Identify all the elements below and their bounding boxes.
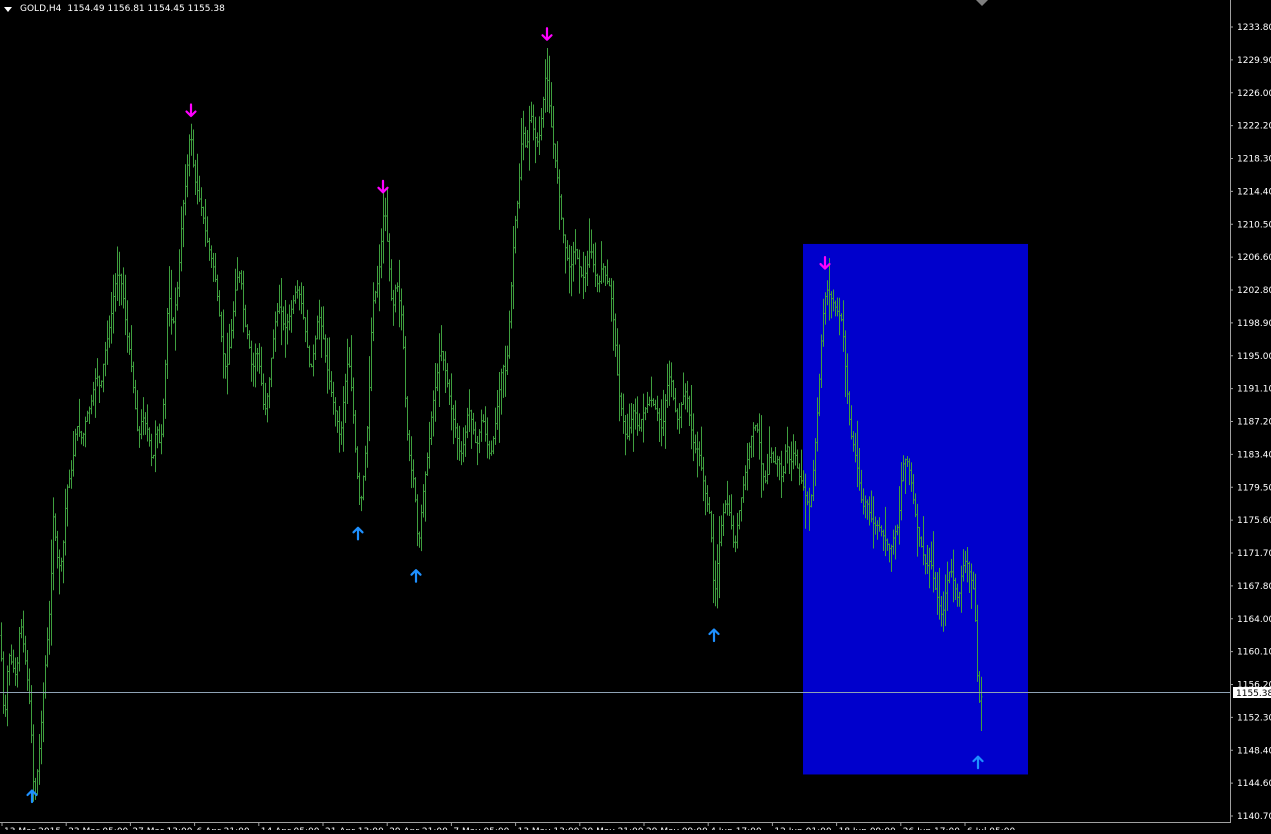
price-tick-label: 1164.00 bbox=[1237, 615, 1271, 625]
price-tick-label: 1175.60 bbox=[1237, 516, 1271, 526]
price-tick-label: 1195.00 bbox=[1237, 352, 1271, 362]
chart-shift-marker-icon[interactable] bbox=[976, 0, 988, 6]
price-tick-label: 1210.50 bbox=[1237, 220, 1271, 230]
price-tick-label: 1229.90 bbox=[1237, 56, 1271, 66]
price-tick-label: 1218.30 bbox=[1237, 155, 1271, 165]
price-tick-label: 1171.70 bbox=[1237, 549, 1271, 559]
current-price-label: 1155.38 bbox=[1236, 689, 1271, 699]
chart-window[interactable]: 1233.80 1229.90 1226.00 1222.20 1218.30 1214.… bbox=[0, 0, 1271, 834]
price-tick-label: 1226.00 bbox=[1237, 89, 1271, 99]
price-tick-label: 1160.10 bbox=[1237, 648, 1271, 658]
price-tick-label: 1202.80 bbox=[1237, 286, 1271, 296]
chart-menu-icon[interactable] bbox=[4, 6, 12, 12]
price-tick-label: 1191.10 bbox=[1237, 385, 1271, 395]
price-tick-label: 1167.80 bbox=[1237, 582, 1271, 592]
price-tick-label: 1144.60 bbox=[1237, 779, 1271, 789]
price-chart[interactable]: 1233.80 1229.90 1226.00 1222.20 1218.30 1214.… bbox=[0, 0, 1271, 834]
price-tick-label: 1222.20 bbox=[1237, 122, 1271, 132]
price-tick-label: 1179.50 bbox=[1237, 483, 1271, 493]
price-tick-label: 1152.30 bbox=[1237, 713, 1271, 723]
symbol-timeframe: GOLD,H4 bbox=[20, 4, 62, 14]
price-tick-label: 1187.20 bbox=[1237, 418, 1271, 428]
price-tick-label: 1233.80 bbox=[1237, 23, 1271, 33]
chart-header: GOLD,H4 1154.49 1156.81 1154.45 1155.38 bbox=[4, 2, 225, 16]
price-tick-label: 1198.90 bbox=[1237, 319, 1271, 329]
price-tick-label: 1214.40 bbox=[1237, 187, 1271, 197]
price-tick-label: 1140.70 bbox=[1237, 812, 1271, 822]
current-price-tag: 1155.38 bbox=[1233, 687, 1271, 699]
price-tick-label: 1183.40 bbox=[1237, 450, 1271, 460]
price-tick-label: 1148.40 bbox=[1237, 746, 1271, 756]
price-tick-label: 1206.60 bbox=[1237, 253, 1271, 263]
ohlc-values: 1154.49 1156.81 1154.45 1155.38 bbox=[67, 4, 225, 14]
